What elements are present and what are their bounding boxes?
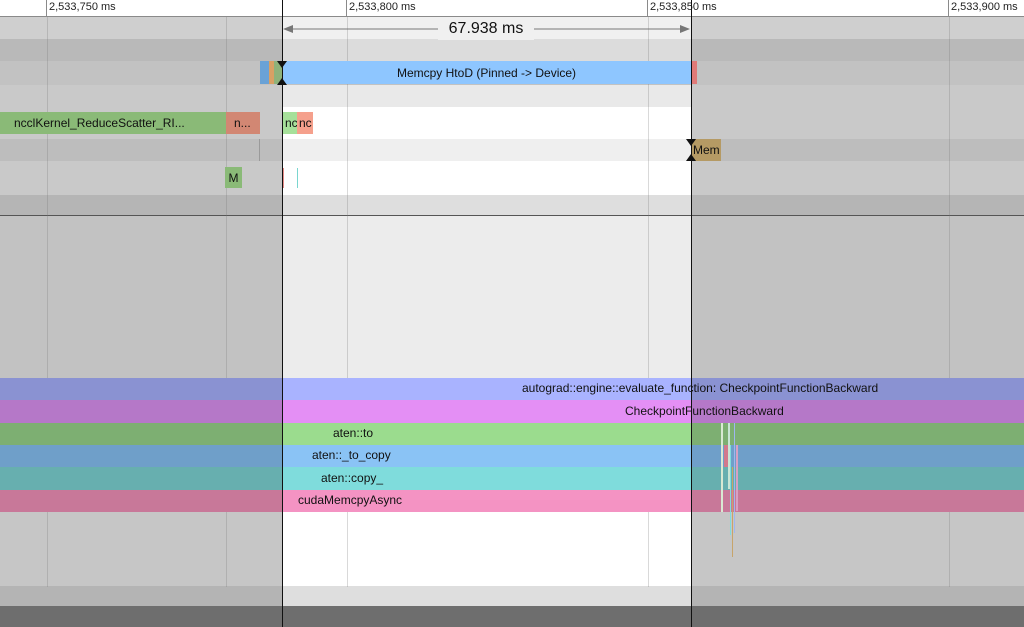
ruler-tick-label: 2,533,800 ms (349, 1, 416, 13)
nccl-nc-slice-1[interactable]: nc (283, 112, 297, 134)
ruler-tick (948, 0, 949, 17)
selection-start-line[interactable] (282, 0, 283, 627)
nccl-reducescatter-slice[interactable]: ncclKernel_ReduceScatter_RI... (0, 112, 226, 134)
small-slice (721, 423, 723, 512)
cpu-label-to-copy: aten::_to_copy (312, 448, 391, 462)
selection-end-line[interactable] (691, 0, 692, 627)
nccl-reducescatter-label: ncclKernel_ReduceScatter_RI... (14, 116, 185, 130)
misc-thin-marker-cyan (297, 168, 298, 188)
cpu-label-cudamemcpy: cudaMemcpyAsync (298, 493, 403, 507)
nccl-short-label: n... (234, 116, 251, 130)
ruler-tick-label: 2,533,750 ms (49, 1, 116, 13)
small-slice (736, 445, 738, 511)
misc-thin-marker-red (283, 168, 284, 188)
cpu-small-slices[interactable] (720, 423, 740, 558)
time-ruler[interactable]: 2,533,750 ms 2,533,800 ms 2,533,850 ms 2… (0, 0, 1024, 17)
selection-region-memcpy-lower (282, 85, 691, 107)
small-slice (730, 445, 731, 535)
selection-region-divider (282, 195, 691, 215)
memcpy-slice-blue-small[interactable] (260, 61, 269, 84)
selection-region-footer (282, 586, 691, 606)
cpu-label-autograd: autograd::engine::evaluate_function: Che… (522, 381, 879, 395)
nccl-nc-label-2: nc (299, 116, 312, 130)
selection-region-nccl (282, 107, 691, 139)
selection-duration-label: 67.938 ms (438, 18, 534, 40)
memcpy-htod-label: Memcpy HtoD (Pinned -> Device) (396, 65, 577, 80)
m-slice[interactable]: M (225, 167, 242, 188)
selection-region-misc (282, 161, 691, 195)
selection-region-cpu-lower (282, 512, 691, 586)
cpu-label-aten-to: aten::to (333, 426, 374, 440)
ruler-tick-label: 2,533,900 ms (951, 1, 1018, 13)
cpu-label-checkpoint: CheckpointFunctionBackward (625, 404, 784, 418)
stream-thin-marker (259, 139, 260, 161)
selection-region-stream (282, 139, 691, 161)
ruler-tick (46, 0, 47, 17)
small-slice (734, 423, 735, 533)
selection-region-sep (282, 39, 691, 61)
cpu-label-copy: aten::copy_ (321, 471, 384, 485)
mem-label: Mem (693, 143, 720, 157)
ruler-tick (346, 0, 347, 17)
m-label: M (228, 170, 239, 185)
ruler-tick (647, 0, 648, 17)
nccl-nc-label-1: nc (285, 116, 297, 130)
ruler-tick-label: 2,533,850 ms (650, 1, 717, 13)
bottom-scrollbar-band[interactable] (0, 606, 1024, 627)
nccl-short-slice[interactable]: n... (226, 112, 260, 134)
small-slice (732, 467, 733, 557)
memcpy-htod-slice[interactable]: Memcpy HtoD (Pinned -> Device) (282, 61, 691, 84)
selection-region-empty (282, 216, 691, 378)
nccl-nc-slice-2[interactable]: nc (297, 112, 313, 134)
